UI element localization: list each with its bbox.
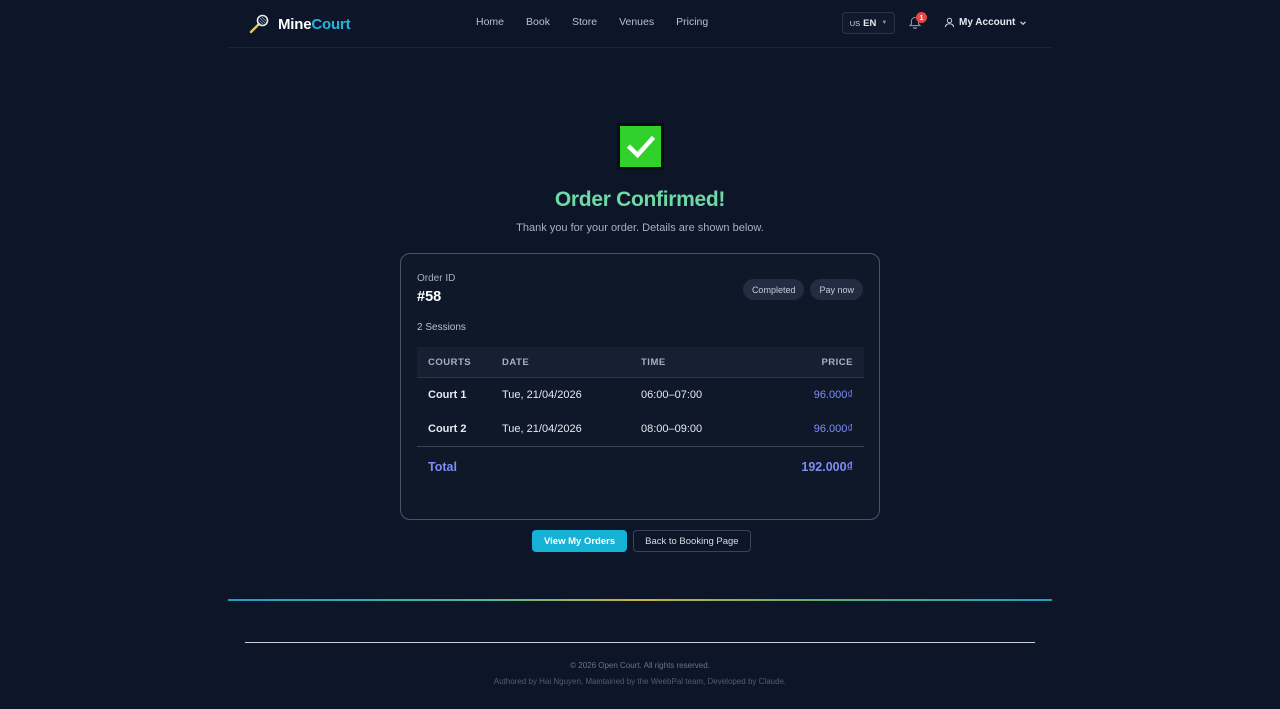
notification-count-badge: 1 [916, 12, 927, 23]
footer-divider [245, 642, 1035, 643]
nav-home[interactable]: Home [476, 16, 504, 28]
total-row: Total 192.000₫ [417, 446, 864, 487]
chevron-down-icon [1020, 20, 1027, 25]
badminton-racket-icon [249, 14, 269, 34]
total-label: Total [428, 460, 457, 474]
time-cell: 08:00–09:00 [641, 423, 703, 435]
column-header-date: DATE [502, 356, 530, 368]
my-account-menu[interactable]: My Account [944, 17, 1027, 28]
order-badges: Completed Pay now [742, 279, 863, 300]
order-id-value: #58 [417, 289, 442, 305]
footer-copyright: © 2026 Open Court. All rights reserved. [570, 661, 710, 670]
success-check-icon [617, 123, 664, 170]
brand-name-part1: Mine [278, 15, 312, 33]
total-amount: 192.000₫ [801, 460, 853, 474]
sessions-table: COURTS DATE TIME PRICE Court 1 Tue, 21/0… [417, 347, 864, 487]
column-header-time: TIME [641, 356, 666, 368]
order-summary-card: Order ID #58 Completed Pay now 2 Session… [400, 253, 880, 520]
gradient-divider [228, 599, 1052, 601]
price-cell: 96.000₫ [813, 389, 853, 401]
sessions-count: 2 Sessions [417, 322, 466, 333]
table-header: COURTS DATE TIME PRICE [417, 347, 864, 378]
chevron-down-icon: ▼ [881, 20, 888, 26]
page-title: Order Confirmed! [554, 188, 726, 211]
price-cell: 96.000₫ [813, 423, 853, 435]
my-account-label: My Account [959, 17, 1016, 28]
court-cell: Court 1 [428, 389, 467, 401]
time-cell: 06:00–07:00 [641, 389, 703, 401]
nav-venues[interactable]: Venues [619, 16, 654, 28]
page-subtitle: Thank you for your order. Details are sh… [516, 222, 764, 234]
nav-pricing[interactable]: Pricing [676, 16, 708, 28]
brand-name: MineCourt [278, 15, 351, 33]
table-row: Court 1 Tue, 21/04/2026 06:00–07:00 96.0… [417, 378, 864, 412]
us-flag-icon: US [849, 18, 861, 28]
footer-credits: Authored by Hai Nguyen, Maintained by th… [493, 677, 787, 686]
main-nav: Home Book Store Venues Pricing [476, 16, 730, 28]
status-badge: Completed [742, 279, 805, 300]
court-cell: Court 2 [428, 423, 467, 435]
order-id-label: Order ID [417, 273, 456, 284]
language-code: EN [863, 17, 877, 29]
language-selector[interactable]: US EN ▼ [842, 12, 895, 34]
nav-book[interactable]: Book [526, 16, 550, 28]
back-to-booking-button[interactable]: Back to Booking Page [633, 530, 751, 552]
top-navbar: MineCourt Home Book Store Venues Pricing… [228, 0, 1052, 48]
brand-logo[interactable]: MineCourt [248, 13, 351, 35]
column-header-price: PRICE [821, 356, 853, 368]
table-row: Court 2 Tue, 21/04/2026 08:00–09:00 96.0… [417, 412, 864, 446]
brand-name-part2: Court [311, 15, 351, 33]
nav-store[interactable]: Store [572, 16, 597, 28]
column-header-courts: COURTS [428, 356, 472, 368]
view-my-orders-button[interactable]: View My Orders [532, 530, 628, 552]
order-actions: View My Orders Back to Booking Page [532, 530, 751, 552]
notifications-button[interactable]: 1 [908, 12, 927, 31]
date-cell: Tue, 21/04/2026 [502, 389, 582, 401]
pay-now-button[interactable]: Pay now [810, 279, 863, 300]
date-cell: Tue, 21/04/2026 [502, 423, 582, 435]
user-icon [944, 17, 955, 28]
